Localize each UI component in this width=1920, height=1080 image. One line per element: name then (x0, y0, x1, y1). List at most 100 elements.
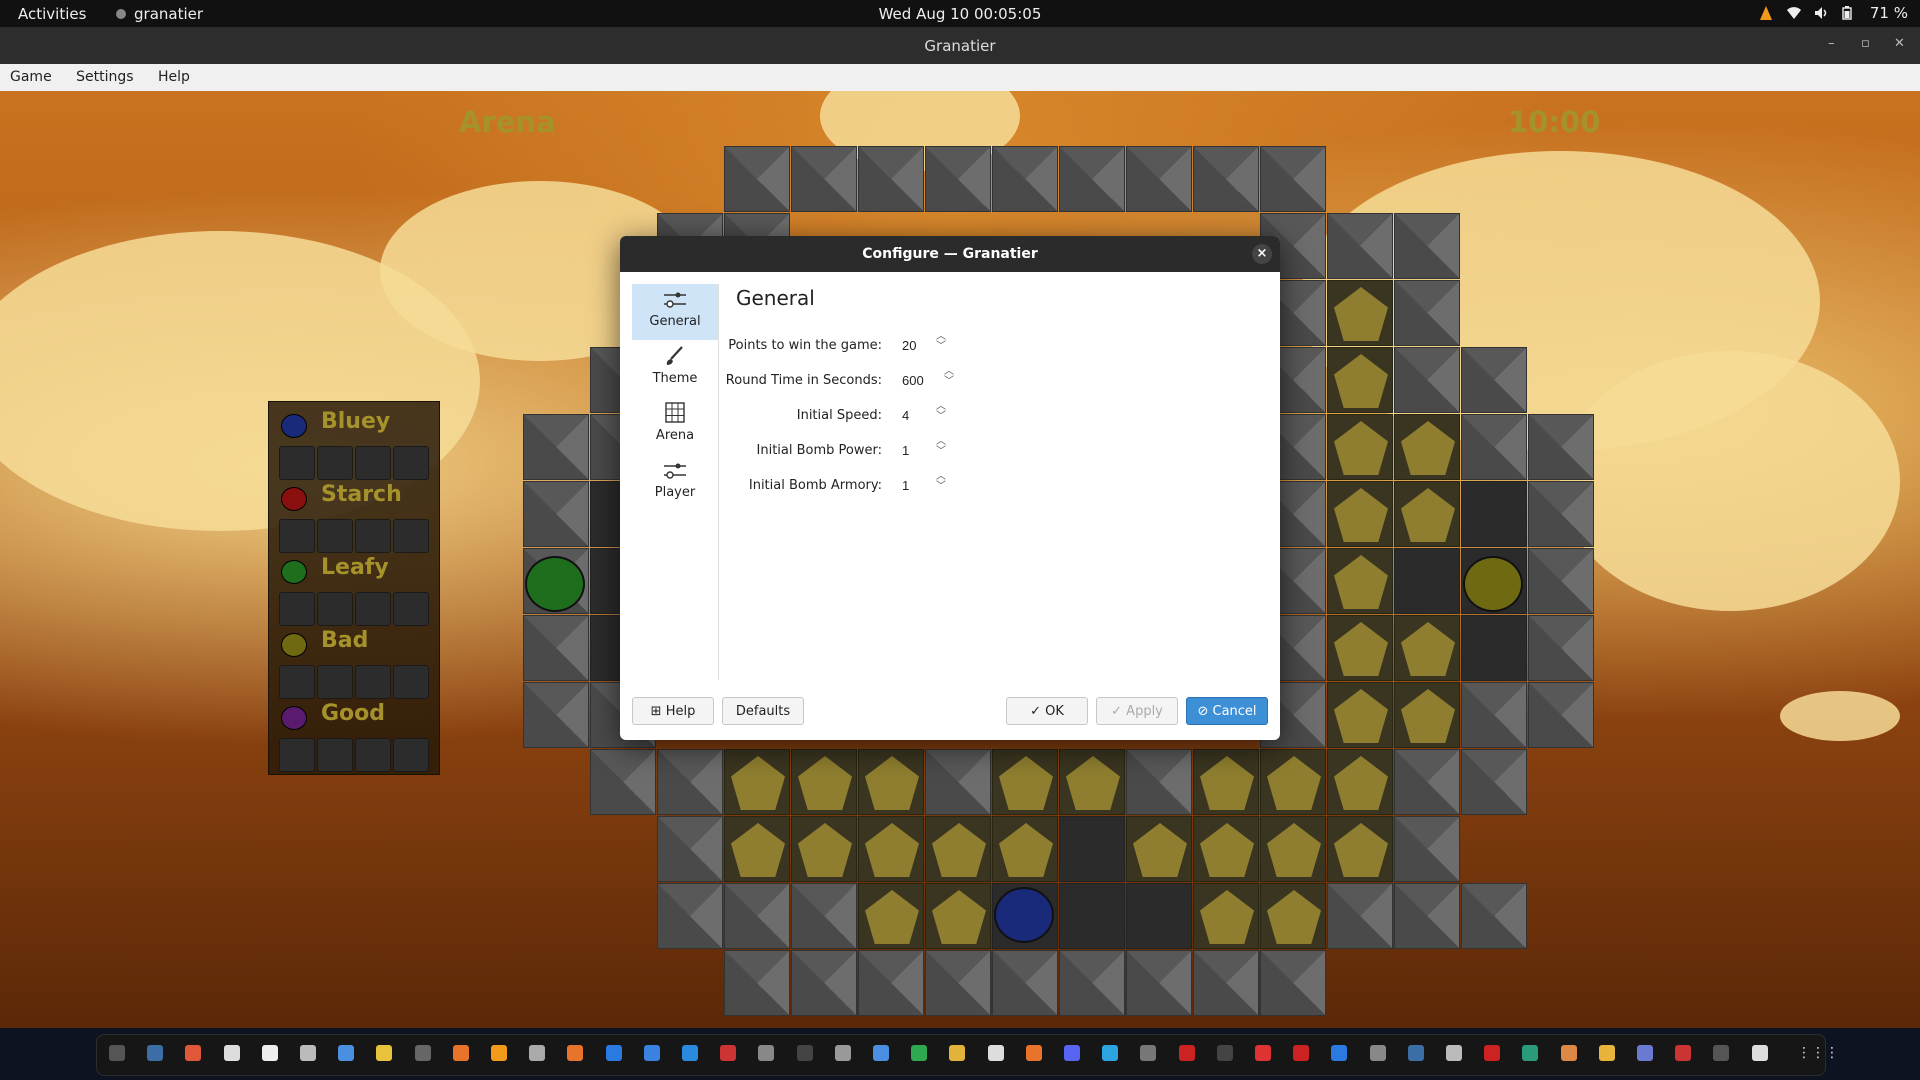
dock-app-icon[interactable] (529, 1045, 546, 1061)
dock-app-icon[interactable] (758, 1045, 775, 1061)
check-icon: ✓ (1030, 704, 1041, 719)
dock-app-icon[interactable] (1713, 1045, 1730, 1061)
arena-block-tile (1327, 347, 1393, 413)
clock-container: Wed Aug 10 00:05:05 (0, 5, 1920, 23)
player-ball-icon (281, 633, 307, 657)
dock-app-icon[interactable] (1369, 1045, 1386, 1061)
spin-arrows-icon[interactable]: ︿ ﹀ (936, 402, 946, 422)
spin-arrows-icon[interactable]: ︿ ﹀ (944, 367, 954, 387)
system-tray[interactable]: 71 % (1759, 4, 1908, 22)
sliders-icon (632, 459, 718, 485)
player-bad-ball (1463, 556, 1523, 612)
field-initial-bomb-power: Initial Bomb Power: ︿﹀ (736, 437, 1266, 465)
arena-wall-tile (1461, 347, 1527, 413)
menu-settings[interactable]: Settings (66, 64, 143, 90)
dock-app-icon[interactable] (949, 1045, 966, 1061)
minimize-icon[interactable]: – (1828, 36, 1835, 51)
sidebar-item-label: General (649, 314, 701, 329)
dock-app-icon[interactable] (1484, 1045, 1501, 1061)
config-sidebar: General Theme Arena Player (632, 284, 719, 680)
dock-app-icon[interactable] (338, 1045, 355, 1061)
arena-block-tile (1327, 682, 1393, 748)
arena-block-tile (1327, 481, 1393, 547)
maximize-icon[interactable]: ▫ (1861, 36, 1870, 51)
activities-button[interactable]: Activities (18, 5, 86, 23)
dock-app-icon[interactable] (682, 1045, 698, 1061)
dock-app-icon[interactable] (1560, 1045, 1577, 1061)
menu-game[interactable]: Game (0, 64, 62, 90)
window-titlebar[interactable]: Granatier – ▫ ✕ (0, 27, 1920, 64)
dock-app-icon[interactable] (987, 1045, 1004, 1061)
dock-app-icon[interactable] (1331, 1045, 1348, 1061)
sidebar-item-general[interactable]: General (632, 284, 718, 340)
close-window-icon[interactable]: ✕ (1894, 36, 1905, 51)
arena-wall-tile (858, 950, 924, 1016)
app-menu[interactable]: granatier (116, 5, 203, 23)
dock-app-icon[interactable] (1102, 1045, 1119, 1061)
arena-wall-tile (858, 146, 924, 212)
dock-app-icon[interactable] (147, 1045, 164, 1061)
player-ball-icon (281, 706, 307, 730)
vlc-tray-icon[interactable] (1759, 6, 1772, 20)
dock-app-icon[interactable] (1064, 1045, 1080, 1061)
dock-app-icon[interactable] (1025, 1045, 1042, 1061)
sidebar-item-theme[interactable]: Theme (632, 341, 718, 397)
dock-app-icon[interactable] (376, 1045, 393, 1061)
dock-app-icon[interactable] (109, 1045, 125, 1061)
field-points-to-win: Points to win the game: ︿﹀ (728, 332, 1266, 360)
dock-app-icon[interactable] (1751, 1045, 1768, 1061)
player-name: Bluey (321, 409, 391, 434)
clock[interactable]: Wed Aug 10 00:05:05 (879, 5, 1042, 23)
menu-help[interactable]: Help (148, 64, 200, 90)
apply-button[interactable]: ✓ Apply (1096, 697, 1178, 725)
sidebar-item-player[interactable]: Player (632, 455, 718, 511)
spin-arrows-icon[interactable]: ︿ ﹀ (936, 437, 946, 457)
player-name: Leafy (321, 555, 389, 580)
dock-app-icon[interactable] (720, 1045, 737, 1061)
help-icon: ⊞ (650, 704, 662, 719)
dock-app-icon[interactable] (873, 1045, 889, 1061)
arena-wall-tile (1528, 615, 1594, 681)
dock-app-icon[interactable] (1178, 1045, 1195, 1061)
dock-app-icon[interactable] (605, 1045, 622, 1061)
dock-app-icon[interactable] (567, 1045, 584, 1061)
dock-app-icon[interactable] (1675, 1045, 1692, 1061)
dock-app-icon[interactable] (185, 1045, 202, 1061)
field-label: Round Time in Seconds: (725, 373, 882, 388)
dock-app-icon[interactable] (1255, 1045, 1271, 1061)
sidebar-item-arena[interactable]: Arena (632, 398, 718, 454)
dock-app-icon[interactable] (452, 1045, 469, 1061)
dock-app-icon[interactable] (300, 1045, 316, 1061)
dock-app-icon[interactable] (1216, 1045, 1233, 1061)
dialog-titlebar[interactable]: Configure — Granatier × (620, 236, 1280, 272)
defaults-button[interactable]: Defaults (722, 697, 804, 725)
spin-arrows-icon[interactable]: ︿ ﹀ (936, 472, 946, 492)
help-button[interactable]: ⊞ Help (632, 697, 714, 725)
dock-app-icon[interactable] (414, 1045, 431, 1061)
arena-block-tile (1193, 749, 1259, 815)
dock-app-icon[interactable] (1598, 1045, 1615, 1061)
dock-app-icon[interactable] (261, 1045, 278, 1061)
ok-button[interactable]: ✓ OK (1006, 697, 1088, 725)
dock-app-icon[interactable] (1446, 1045, 1462, 1061)
dock-app-icon[interactable] (1637, 1045, 1653, 1061)
arena-floor-tile (1126, 883, 1192, 949)
dock-app-icon[interactable] (491, 1045, 507, 1061)
cancel-button[interactable]: ⊘ Cancel (1186, 697, 1268, 725)
dock-app-icon[interactable] (1522, 1045, 1539, 1061)
dock-app-icon[interactable] (643, 1045, 660, 1061)
dialog-close-icon[interactable]: × (1252, 244, 1272, 264)
spin-arrows-icon[interactable]: ︿ ﹀ (936, 332, 946, 352)
arena-block-tile (1327, 280, 1393, 346)
check-icon: ✓ (1111, 704, 1123, 719)
dock-app-icon[interactable] (1140, 1045, 1157, 1061)
dock-app-icon[interactable] (796, 1045, 813, 1061)
arena-wall-tile (1126, 749, 1192, 815)
show-apps-grid-icon[interactable]: ⋮⋮⋮ (1797, 1045, 1839, 1061)
dock-app-icon[interactable] (1293, 1045, 1310, 1061)
dock-app-icon[interactable] (911, 1045, 928, 1061)
dock-app-icon[interactable] (834, 1045, 851, 1061)
dock-app-icon[interactable] (223, 1045, 240, 1061)
player-bluey-ball (994, 887, 1054, 943)
dock-app-icon[interactable] (1407, 1045, 1424, 1061)
